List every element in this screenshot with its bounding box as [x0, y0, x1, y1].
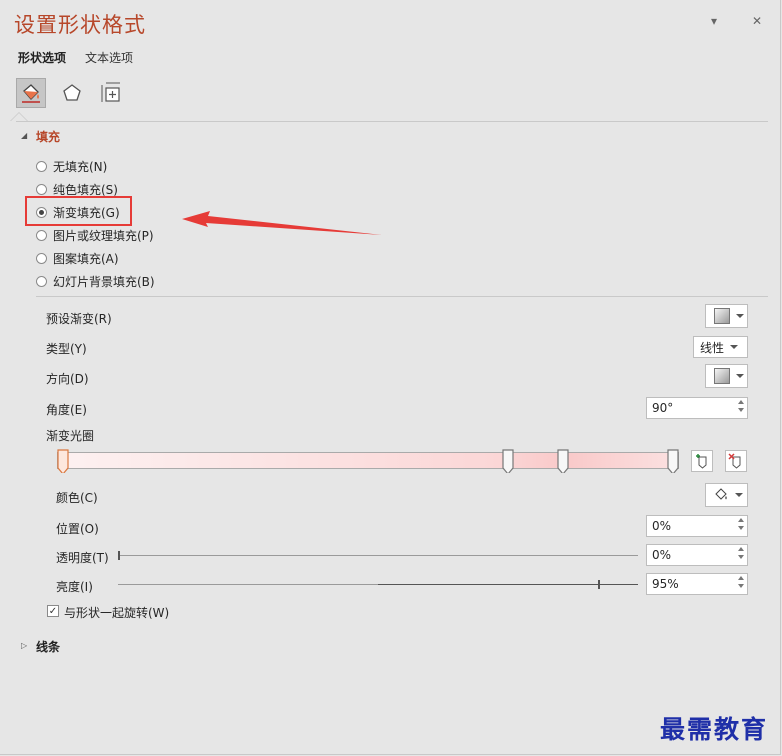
gradient-swatch-icon [714, 308, 730, 324]
radio-no-fill[interactable]: 无填充(N) [36, 158, 107, 175]
gradient-stops-bar[interactable] [57, 452, 679, 469]
tab-shape-options[interactable]: 形状选项 [18, 49, 66, 66]
effects-pentagon-icon[interactable] [57, 78, 87, 108]
angle-spinner[interactable]: 90° [646, 397, 748, 419]
chevron-down-icon [735, 493, 743, 497]
highlight-box [25, 196, 132, 226]
remove-gradient-stop-button[interactable] [725, 450, 747, 472]
gradient-swatch-icon [714, 368, 730, 384]
radio-label: 幻灯片背景填充(B) [53, 275, 155, 289]
type-dropdown[interactable]: 线性 [693, 336, 748, 358]
collapse-triangle-icon[interactable]: ◢ [21, 131, 27, 140]
transparency-value: 0% [652, 548, 672, 562]
chevron-down-icon [730, 345, 739, 349]
spin-down-icon[interactable] [738, 526, 744, 530]
color-dropdown[interactable] [705, 483, 748, 507]
position-spinner[interactable]: 0% [646, 515, 748, 537]
angle-label: 角度(E) [46, 403, 87, 417]
gradient-stops-label: 渐变光圈 [46, 429, 95, 443]
spin-up-icon[interactable] [738, 518, 744, 522]
radio-button[interactable] [36, 253, 47, 264]
gradient-stop-selected[interactable] [57, 449, 69, 473]
brightness-label: 亮度(I) [56, 580, 93, 594]
chevron-down-icon [736, 314, 744, 318]
color-label: 颜色(C) [56, 491, 98, 505]
rotate-with-shape-checkbox[interactable]: ✓ [47, 605, 59, 617]
spin-up-icon[interactable] [738, 576, 744, 580]
preset-gradient-label: 预设渐变(R) [46, 312, 112, 326]
preset-gradient-dropdown[interactable] [705, 304, 748, 328]
radio-button[interactable] [36, 230, 47, 241]
type-label: 类型(Y) [46, 342, 87, 356]
spin-up-icon[interactable] [738, 547, 744, 551]
type-value: 线性 [700, 340, 725, 355]
tab-text-options[interactable]: 文本选项 [85, 49, 133, 66]
fill-line-icon[interactable] [16, 78, 46, 108]
transparency-slider-thumb[interactable] [118, 551, 120, 560]
brightness-spinner[interactable]: 95% [646, 573, 748, 595]
section-line-header[interactable]: 线条 [36, 638, 60, 655]
annotation-arrow [182, 211, 382, 235]
radio-picture-fill[interactable]: 图片或纹理填充(P) [36, 227, 154, 244]
spin-up-icon[interactable] [738, 400, 744, 404]
transparency-spinner[interactable]: 0% [646, 544, 748, 566]
format-shape-pane: 设置形状格式 ▾ ✕ 形状选项 文本选项 ◢ 填充 无填充(N) 纯色填充(S)… [0, 0, 781, 755]
chevron-down-icon [736, 374, 744, 378]
section-fill-header[interactable]: 填充 [36, 128, 60, 145]
brightness-slider-thumb[interactable] [598, 580, 600, 589]
tab-pointer [11, 113, 27, 121]
radio-label: 图片或纹理填充(P) [53, 229, 154, 243]
direction-label: 方向(D) [46, 372, 89, 386]
rotate-with-shape-label: 与形状一起旋转(W) [64, 606, 170, 620]
radio-button[interactable] [36, 184, 47, 195]
radio-slide-background-fill[interactable]: 幻灯片背景填充(B) [36, 273, 155, 290]
divider [36, 296, 768, 297]
close-button[interactable]: ✕ [752, 14, 762, 28]
position-value: 0% [652, 519, 672, 533]
size-properties-icon[interactable] [96, 78, 126, 108]
gradient-stop[interactable] [667, 449, 679, 473]
spin-down-icon[interactable] [738, 408, 744, 412]
radio-button[interactable] [36, 161, 47, 172]
spin-down-icon[interactable] [738, 584, 744, 588]
pane-title: 设置形状格式 [14, 13, 146, 37]
position-label: 位置(O) [56, 522, 99, 536]
brightness-value: 95% [652, 577, 679, 591]
angle-value: 90° [652, 401, 674, 415]
add-gradient-stop-button[interactable] [691, 450, 713, 472]
watermark: 最需教育 [660, 715, 769, 744]
radio-label: 图案填充(A) [53, 252, 119, 266]
spin-down-icon[interactable] [738, 555, 744, 559]
gradient-stop[interactable] [557, 449, 569, 473]
radio-pattern-fill[interactable]: 图案填充(A) [36, 250, 119, 267]
divider [16, 121, 768, 122]
transparency-label: 透明度(T) [56, 551, 109, 565]
brightness-slider-track-left[interactable] [118, 584, 378, 585]
radio-button[interactable] [36, 276, 47, 287]
expand-triangle-icon[interactable]: ▷ [21, 641, 27, 650]
gradient-stop[interactable] [502, 449, 514, 473]
transparency-slider-track[interactable] [118, 555, 638, 556]
radio-label: 无填充(N) [53, 160, 108, 174]
pane-options-dropdown[interactable]: ▾ [711, 14, 717, 28]
paint-bucket-icon [715, 488, 727, 500]
direction-dropdown[interactable] [705, 364, 748, 388]
